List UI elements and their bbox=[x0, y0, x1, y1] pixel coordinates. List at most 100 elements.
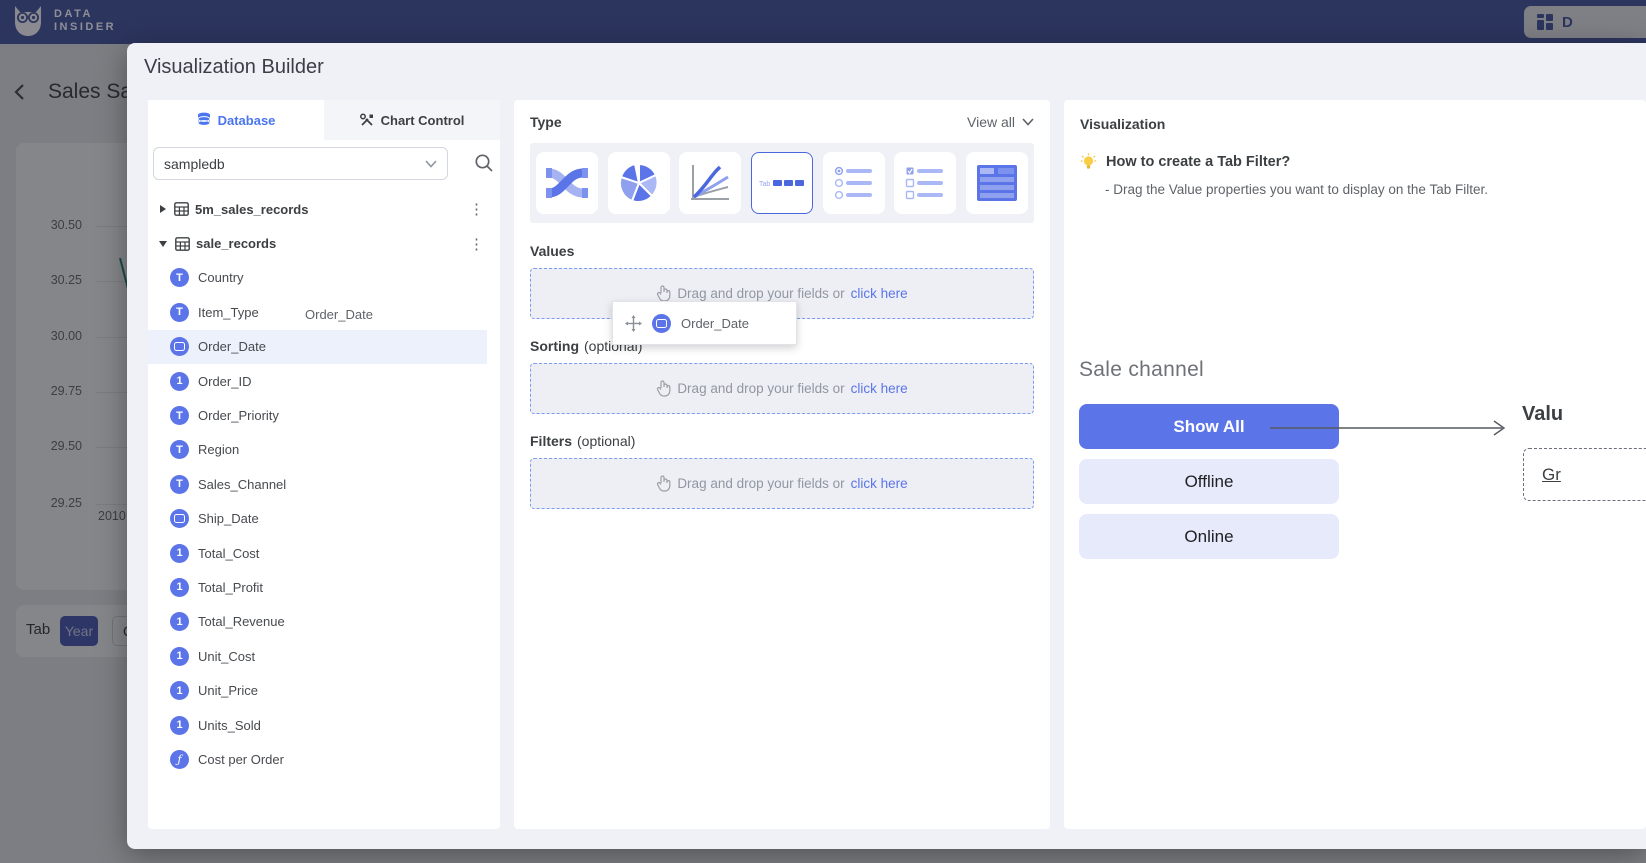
chevron-down-icon bbox=[425, 160, 437, 168]
schema-tree: 5m_sales_records ⋮ sale_records ⋮ TCount… bbox=[148, 192, 500, 777]
tab-database-label: Database bbox=[218, 113, 276, 128]
line-chart-icon bbox=[689, 163, 731, 203]
dropzone-click-here-link[interactable]: click here bbox=[851, 476, 908, 491]
move-icon bbox=[625, 315, 642, 332]
database-select-value: sampledb bbox=[164, 156, 225, 172]
date-field-icon bbox=[652, 314, 671, 333]
field-name: Order_Priority bbox=[198, 408, 279, 423]
tree-field-row-selected[interactable]: Order_Date bbox=[148, 330, 487, 364]
modal-title: Visualization Builder bbox=[144, 56, 324, 79]
kebab-menu-icon[interactable]: ⋮ bbox=[469, 200, 484, 218]
annotation-link[interactable]: Gr bbox=[1542, 465, 1561, 485]
preview-button-online[interactable]: Online bbox=[1079, 514, 1339, 559]
chart-type-pie[interactable] bbox=[608, 152, 670, 214]
field-name: Sales_Channel bbox=[198, 477, 286, 492]
tab-chart-control[interactable]: Chart Control bbox=[324, 100, 500, 140]
brand[interactable]: DATA INSIDER bbox=[12, 4, 116, 38]
tip-body: - Drag the Value properties you want to … bbox=[1105, 182, 1646, 197]
text-field-icon: T bbox=[170, 440, 189, 459]
tree-field-row[interactable]: T Order_Priority bbox=[148, 398, 487, 432]
dragged-field-label: Order_Date bbox=[681, 316, 749, 331]
tree-field-row[interactable]: T Sales_Channel bbox=[148, 467, 487, 501]
brand-line-1: DATA bbox=[54, 8, 116, 21]
drag-hand-icon bbox=[656, 380, 671, 397]
drag-hand-icon bbox=[656, 285, 671, 302]
field-name: Unit_Price bbox=[198, 683, 258, 698]
tree-table-row[interactable]: sale_records ⋮ bbox=[148, 226, 500, 260]
caret-down-icon[interactable] bbox=[159, 241, 167, 247]
caret-right-icon[interactable] bbox=[160, 205, 166, 213]
text-field-icon: T bbox=[170, 475, 189, 494]
visualization-section-label: Visualization bbox=[1080, 116, 1165, 132]
number-field-icon: 1 bbox=[170, 578, 189, 597]
date-field-icon bbox=[170, 337, 189, 356]
field-name: Item_Type bbox=[198, 305, 259, 320]
chart-type-checkbox-list[interactable] bbox=[894, 152, 956, 214]
kebab-menu-icon[interactable]: ⋮ bbox=[469, 235, 484, 253]
tree-field-row[interactable]: T Region bbox=[148, 433, 487, 467]
filters-dropzone[interactable]: Drag and drop your fields or click here bbox=[530, 458, 1034, 509]
tree-field-row[interactable]: 1Unit_Cost bbox=[148, 639, 487, 673]
dragged-field-chip[interactable]: Order_Date bbox=[612, 301, 797, 345]
text-field-icon: T bbox=[170, 406, 189, 425]
view-all-button[interactable]: View all bbox=[967, 114, 1034, 130]
filters-section-label: Filters bbox=[530, 433, 572, 449]
values-section-label: Values bbox=[530, 243, 574, 259]
tab-database[interactable]: Database bbox=[148, 100, 324, 140]
radio-list-icon bbox=[834, 166, 874, 200]
tree-field-row[interactable]: 1 Unit_Price bbox=[148, 673, 487, 707]
dropzone-text: Drag and drop your fields or bbox=[677, 476, 844, 491]
function-field-icon: ƒ bbox=[170, 750, 189, 769]
tab-chart-control-label: Chart Control bbox=[381, 113, 465, 128]
annotation-heading: Valu bbox=[1522, 403, 1563, 426]
tree-field-row[interactable]: 1 Total_Profit bbox=[148, 570, 487, 604]
pie-chart-icon bbox=[618, 162, 660, 204]
field-name: Region bbox=[198, 442, 239, 457]
chart-type-radio-list[interactable] bbox=[823, 152, 885, 214]
sorting-dropzone[interactable]: Drag and drop your fields or click here bbox=[530, 363, 1034, 414]
tree-field-row[interactable]: TCountry bbox=[148, 261, 487, 295]
tree-field-row[interactable]: ƒ Cost per Order bbox=[148, 742, 487, 776]
type-section-label: Type bbox=[530, 114, 562, 130]
chart-type-strip: Tab bbox=[530, 143, 1034, 223]
date-field-icon bbox=[170, 509, 189, 528]
table-chart-icon bbox=[976, 164, 1018, 202]
database-select[interactable]: sampledb bbox=[153, 147, 448, 180]
svg-text:Tab: Tab bbox=[759, 181, 770, 188]
field-name: Total_Cost bbox=[198, 546, 259, 561]
tip-title: How to create a Tab Filter? bbox=[1106, 154, 1290, 170]
chart-type-line[interactable] bbox=[679, 152, 741, 214]
chart-type-sankey[interactable] bbox=[536, 152, 598, 214]
visualization-panel: Visualization How to create a Tab Filter… bbox=[1064, 100, 1646, 829]
dashboard-button[interactable]: D bbox=[1524, 6, 1646, 38]
field-name: Total_Profit bbox=[198, 580, 263, 595]
table-name: 5m_sales_records bbox=[195, 202, 308, 217]
chevron-down-icon bbox=[1022, 118, 1034, 126]
dropzone-click-here-link[interactable]: click here bbox=[851, 286, 908, 301]
annotation-arrow-icon bbox=[1270, 417, 1512, 439]
field-name: Cost per Order bbox=[198, 752, 284, 767]
checkbox-list-icon bbox=[905, 166, 945, 200]
chart-type-tab-filter[interactable]: Tab bbox=[751, 152, 813, 214]
tree-field-row[interactable]: Ship_Date bbox=[148, 502, 487, 536]
table-name: sale_records bbox=[196, 236, 276, 251]
number-field-icon: 1 bbox=[170, 681, 189, 700]
tree-field-row[interactable]: 1Order_ID bbox=[148, 364, 487, 398]
preview-button-offline[interactable]: Offline bbox=[1079, 459, 1339, 504]
chart-type-table[interactable] bbox=[966, 152, 1028, 214]
tree-table-row[interactable]: 5m_sales_records ⋮ bbox=[148, 192, 500, 226]
search-icon[interactable] bbox=[473, 152, 495, 174]
field-name: Country bbox=[198, 270, 244, 285]
tools-icon bbox=[360, 113, 374, 127]
tab-filter-icon: Tab bbox=[759, 176, 805, 190]
dropzone-text: Drag and drop your fields or bbox=[677, 286, 844, 301]
tree-field-row[interactable]: 1Units_Sold bbox=[148, 708, 487, 742]
number-field-icon: 1 bbox=[170, 647, 189, 666]
preview-heading: Sale channel bbox=[1079, 358, 1339, 382]
annotation-dashed-box: Gr bbox=[1523, 448, 1646, 501]
tree-field-row[interactable]: 1Total_Cost bbox=[148, 536, 487, 570]
tree-field-row[interactable]: 1Total_Revenue bbox=[148, 605, 487, 639]
field-name: Ship_Date bbox=[198, 511, 259, 526]
table-icon bbox=[174, 202, 189, 216]
dropzone-click-here-link[interactable]: click here bbox=[851, 381, 908, 396]
